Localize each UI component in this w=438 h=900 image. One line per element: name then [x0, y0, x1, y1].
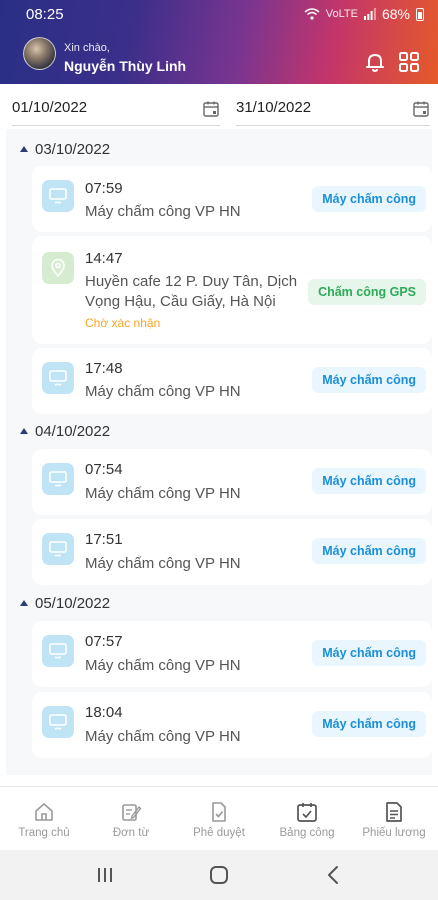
- entry-time: 14:47: [85, 250, 123, 267]
- date-to-value: 31/10/2022: [236, 99, 312, 116]
- app-header: 08:25 VoLTE 68% Xin chào, Nguyễn Thùy Li…: [0, 0, 438, 84]
- date-from-field[interactable]: 01/10/2022: [12, 92, 220, 126]
- list-item[interactable]: 07:54 Máy chấm công VP HN Máy chấm công: [32, 449, 432, 515]
- source-tag: Chấm công GPS: [308, 279, 426, 305]
- entry-place: Máy chấm công VP HN: [85, 383, 241, 400]
- nav-label: Phê duyệt: [193, 827, 245, 839]
- day-header[interactable]: 04/10/2022: [6, 419, 110, 443]
- list-item[interactable]: 18:04 Máy chấm công VP HN Máy chấm công: [32, 692, 432, 758]
- bottom-nav: Trang chủ Đơn từ Phê duyệt Bảng công Phi…: [0, 786, 438, 850]
- entry-time: 07:54: [85, 461, 123, 478]
- payslip-icon: [386, 802, 402, 822]
- entry-place: Máy chấm công VP HN: [85, 657, 241, 674]
- source-tag: Máy chấm công: [312, 538, 426, 564]
- day-header[interactable]: 03/10/2022: [6, 137, 110, 161]
- battery-percent: 68%: [381, 6, 410, 22]
- recent-apps-icon[interactable]: [93, 863, 117, 887]
- entry-place: Máy chấm công VP HN: [85, 728, 241, 745]
- nav-payslip[interactable]: Phiếu lương: [350, 787, 438, 851]
- edit-form-icon: [122, 804, 142, 821]
- greeting-text: Xin chào,: [64, 42, 110, 54]
- source-tag: Máy chấm công: [312, 186, 426, 212]
- nav-requests[interactable]: Đơn từ: [87, 787, 175, 851]
- monitor-icon: [42, 180, 74, 212]
- back-icon[interactable]: [322, 863, 346, 887]
- entry-place: Máy chấm công VP HN: [85, 203, 241, 220]
- system-nav-bar: [0, 850, 438, 900]
- location-pin-icon: [42, 252, 74, 284]
- source-tag: Máy chấm công: [312, 468, 426, 494]
- nav-approval[interactable]: Phê duyệt: [175, 787, 263, 851]
- entry-time: 17:48: [85, 360, 123, 377]
- volte-indicator: VoLTE: [325, 8, 358, 20]
- entry-time: 17:51: [85, 531, 123, 548]
- list-item[interactable]: 07:57 Máy chấm công VP HN Máy chấm công: [32, 621, 432, 687]
- calendar-icon[interactable]: [412, 100, 430, 118]
- nav-timesheet[interactable]: Bảng công: [263, 787, 351, 851]
- status-bar: 08:25 VoLTE 68%: [0, 0, 438, 28]
- grid-menu-icon[interactable]: [397, 50, 421, 74]
- approve-doc-icon: [212, 802, 226, 822]
- calendar-icon[interactable]: [202, 100, 220, 118]
- date-from-underline: [12, 125, 220, 126]
- list-item[interactable]: 17:51 Máy chấm công VP HN Máy chấm công: [32, 519, 432, 585]
- date-range-filter: 01/10/2022 31/10/2022: [0, 92, 438, 126]
- monitor-icon: [42, 463, 74, 495]
- list-item[interactable]: 07:59 Máy chấm công VP HN Máy chấm công: [32, 166, 432, 232]
- source-tag: Máy chấm công: [312, 711, 426, 737]
- bell-icon[interactable]: [363, 50, 387, 74]
- day-header[interactable]: 05/10/2022: [6, 591, 110, 615]
- nav-label: Đơn từ: [112, 827, 150, 839]
- entry-place: Máy chấm công VP HN: [85, 555, 241, 572]
- attendance-list[interactable]: 03/10/2022 07:59 Máy chấm công VP HN Máy…: [6, 129, 432, 775]
- day-date: 03/10/2022: [35, 140, 111, 158]
- monitor-icon: [42, 362, 74, 394]
- day-date: 04/10/2022: [35, 422, 111, 440]
- date-to-underline: [236, 125, 430, 126]
- wifi-icon: [304, 8, 320, 20]
- home-button-icon[interactable]: [207, 863, 231, 887]
- list-item[interactable]: 14:47 Huyền cafe 12 P. Duy Tân, Dịch Vọn…: [32, 236, 432, 344]
- nav-label: Trang chủ: [18, 827, 70, 839]
- collapse-triangle-icon: [20, 146, 28, 152]
- day-date: 05/10/2022: [35, 594, 111, 612]
- monitor-icon: [42, 635, 74, 667]
- home-icon: [35, 803, 53, 821]
- list-item[interactable]: 17:48 Máy chấm công VP HN Máy chấm công: [32, 348, 432, 414]
- battery-icon: [416, 7, 424, 21]
- source-tag: Máy chấm công: [312, 640, 426, 666]
- date-from-value: 01/10/2022: [12, 99, 88, 116]
- entry-time: 18:04: [85, 704, 123, 721]
- user-name: Nguyễn Thùy Linh: [64, 58, 187, 74]
- entry-time: 07:57: [85, 633, 123, 650]
- monitor-icon: [42, 533, 74, 565]
- nav-label: Phiếu lương: [362, 827, 426, 839]
- collapse-triangle-icon: [20, 600, 28, 606]
- nav-home[interactable]: Trang chủ: [0, 787, 88, 851]
- entry-place: Huyền cafe 12 P. Duy Tân, Dịch Vọng Hậu,…: [85, 273, 298, 310]
- nav-label: Bảng công: [279, 827, 335, 839]
- date-to-field[interactable]: 31/10/2022: [236, 92, 430, 126]
- pending-status: Chờ xác nhận: [85, 316, 161, 330]
- source-tag: Máy chấm công: [312, 367, 426, 393]
- status-icons: VoLTE 68%: [304, 6, 424, 22]
- calendar-check-icon: [297, 803, 317, 822]
- entry-place: Máy chấm công VP HN: [85, 485, 241, 502]
- entry-time: 07:59: [85, 180, 123, 197]
- status-time: 08:25: [26, 6, 64, 23]
- avatar[interactable]: [23, 37, 56, 70]
- signal-icon: [363, 8, 376, 20]
- monitor-icon: [42, 706, 74, 738]
- collapse-triangle-icon: [20, 428, 28, 434]
